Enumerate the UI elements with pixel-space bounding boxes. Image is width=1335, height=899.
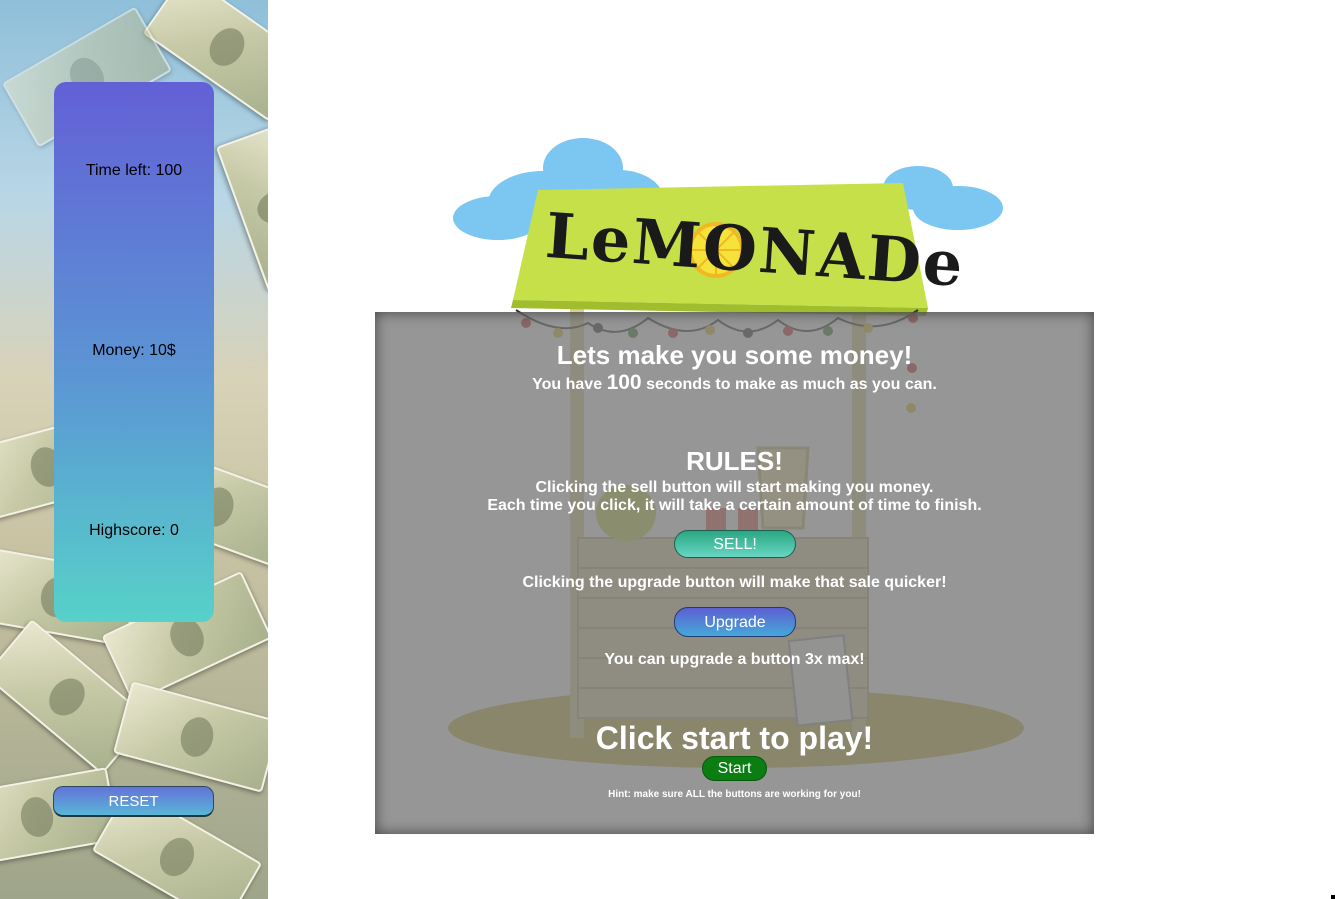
modal-title: Lets make you some money!	[556, 340, 913, 370]
instructions-modal: Lets make you some money! You have 100 s…	[375, 312, 1094, 834]
hint-text: Hint: make sure ALL the buttons are work…	[608, 789, 861, 800]
highscore-stat: Highscore: 0	[54, 522, 214, 540]
intro-text: You have 100 seconds to make as much as …	[375, 371, 1094, 395]
money-stat: Money: 10$	[54, 342, 214, 360]
rule-sell-line-2: Each time you click, it will take a cert…	[487, 497, 982, 514]
start-call-to-action: Click start to play!	[595, 720, 874, 756]
rule-max-line: You can upgrade a button 3x max!	[604, 651, 865, 668]
time-left-value: 100	[155, 162, 183, 179]
intro-seconds: 100	[606, 371, 642, 394]
upgrade-button[interactable]: Upgrade	[674, 607, 796, 637]
sell-button[interactable]: SELL!	[674, 530, 796, 558]
intro-suffix: seconds to make as much as you can.	[646, 376, 937, 393]
reset-button[interactable]: RESET	[53, 786, 214, 817]
stats-panel: Time left: 100 Money: 10$ Highscore: 0	[54, 82, 214, 622]
time-left-label: Time left:	[85, 162, 152, 179]
corner-mark	[1331, 895, 1335, 899]
start-button[interactable]: Start	[702, 756, 767, 781]
money-value: 10$	[149, 342, 176, 359]
highscore-label: Highscore:	[89, 522, 166, 539]
intro-prefix: You have	[532, 376, 603, 393]
money-label: Money:	[92, 342, 145, 359]
rule-upgrade-line: Clicking the upgrade button will make th…	[522, 574, 947, 591]
rule-sell-line-1: Clicking the sell button will start maki…	[535, 479, 934, 496]
rules-heading: RULES!	[686, 446, 783, 476]
time-left-stat: Time left: 100	[54, 162, 214, 180]
highscore-value: 0	[170, 522, 179, 539]
